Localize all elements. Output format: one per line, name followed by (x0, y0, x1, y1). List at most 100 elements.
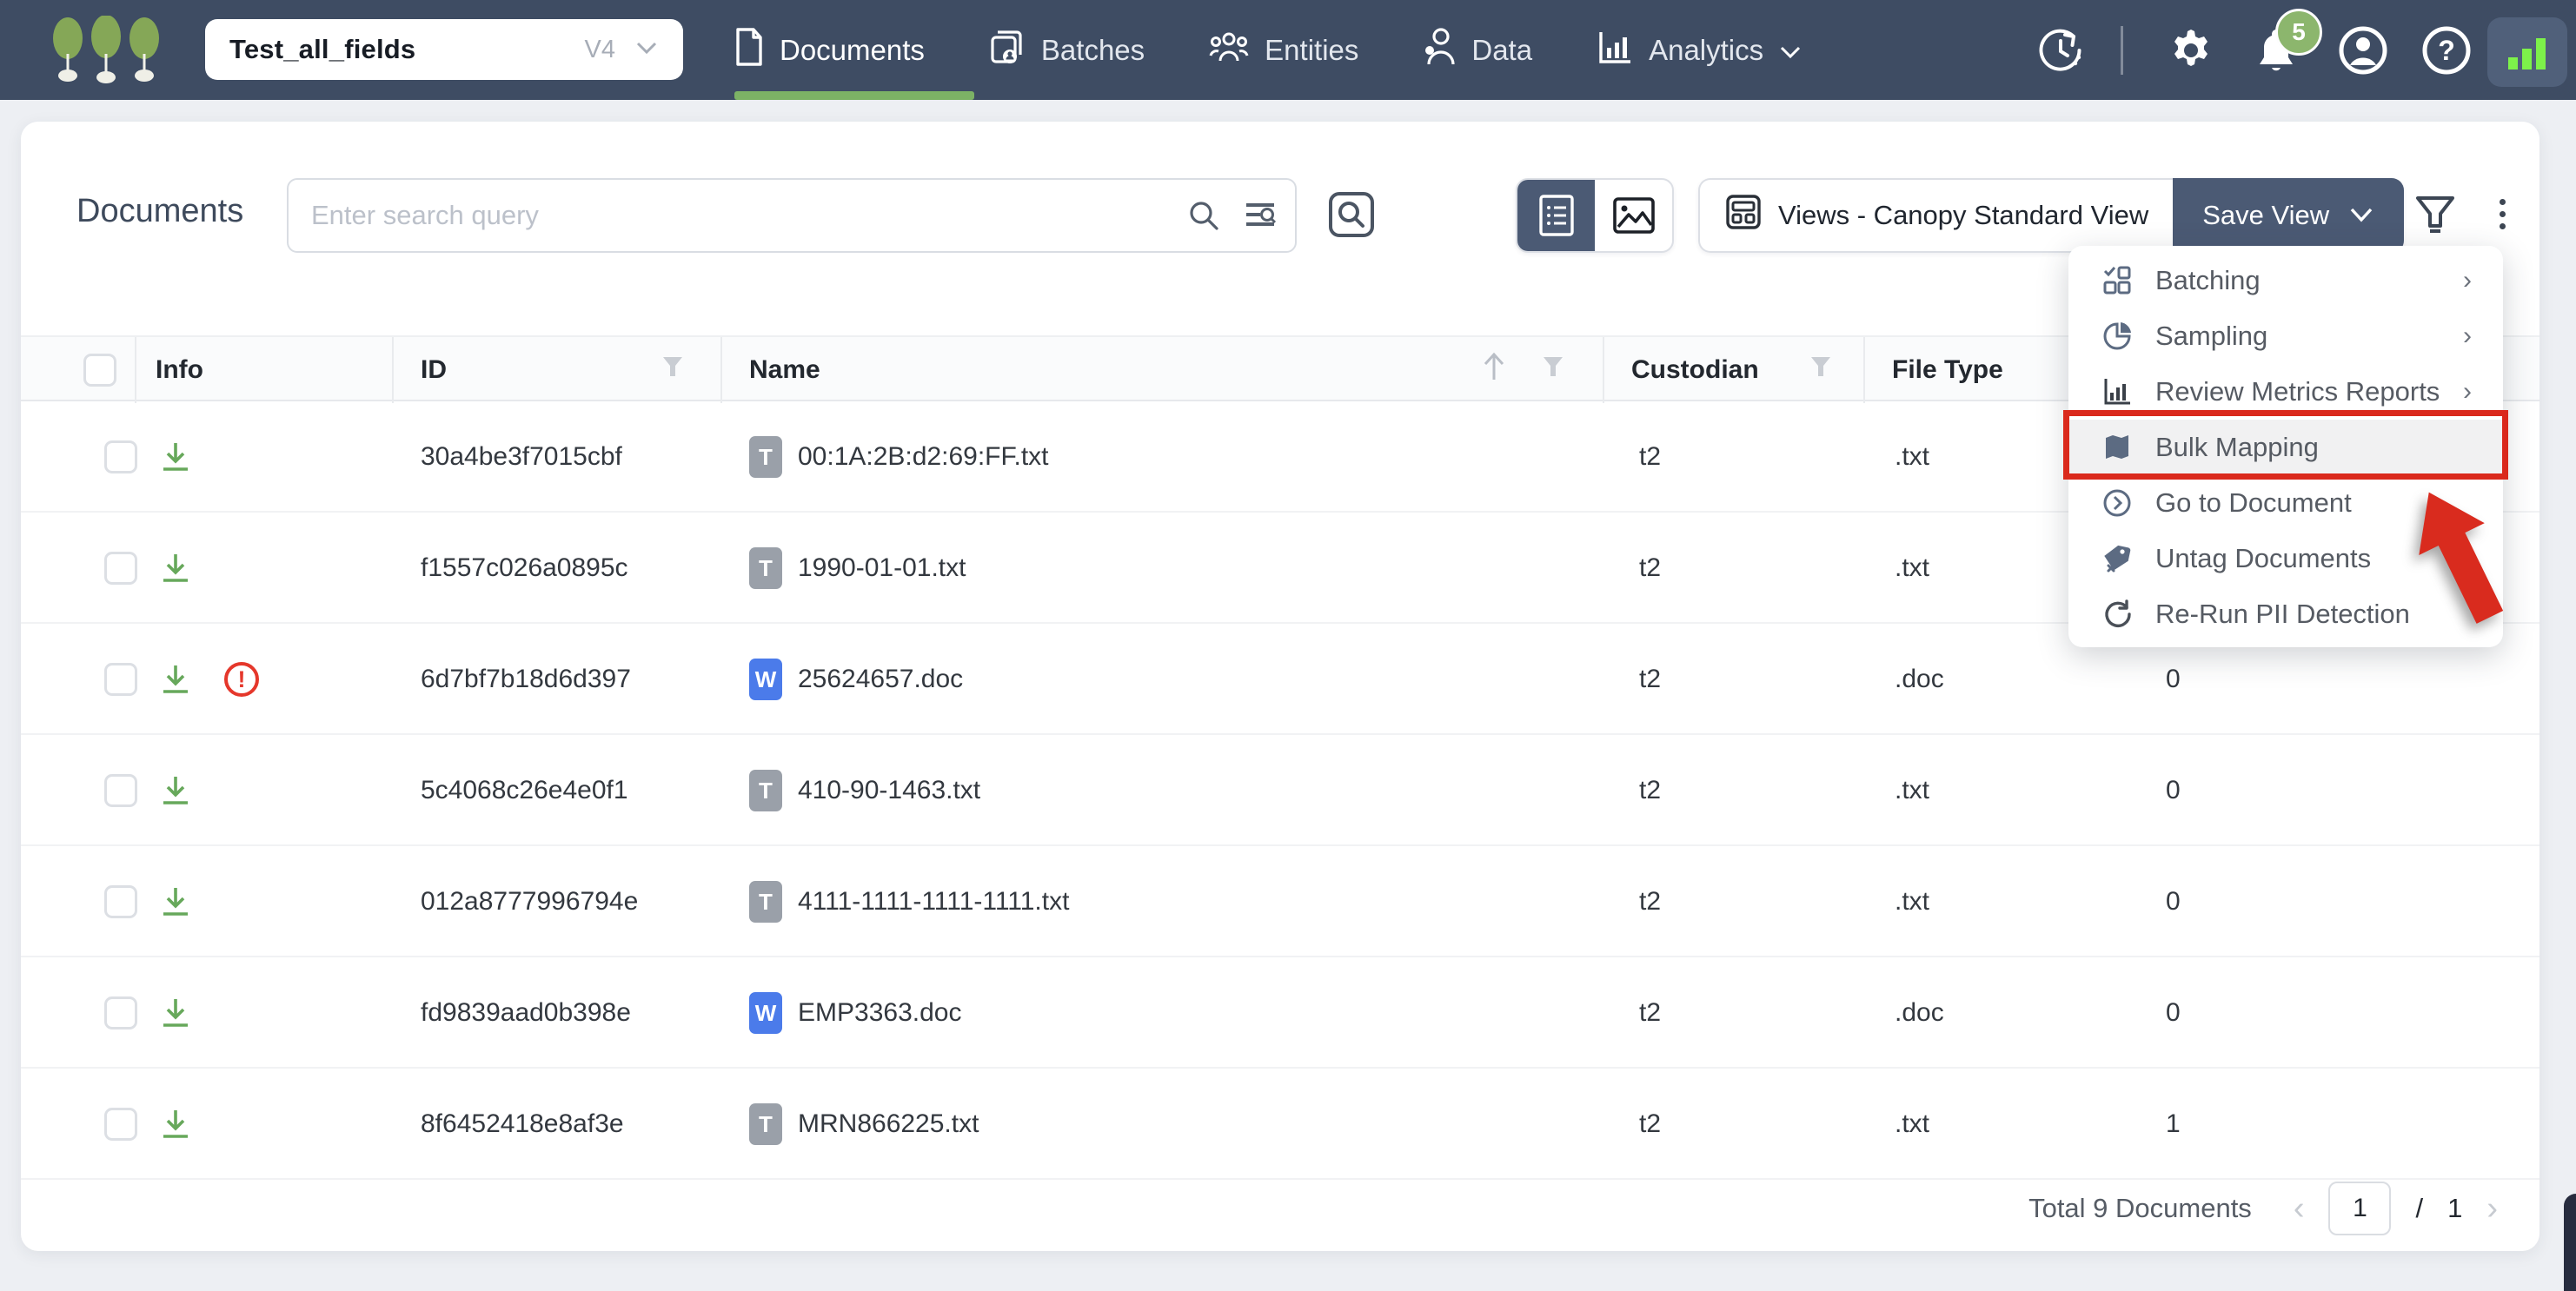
menu-item-go-to-document[interactable]: Go to Document (2068, 475, 2503, 531)
views-controls: Views - Canopy Standard View Save View (1698, 178, 2404, 253)
header-custodian[interactable]: Custodian (1603, 337, 1863, 403)
page-title: Documents (76, 193, 243, 230)
tab-data[interactable]: Data (1423, 28, 1532, 73)
document-name[interactable]: 00:1A:2B:d2:69:FF.txt (798, 401, 1049, 513)
document-icon (734, 28, 764, 73)
history-icon[interactable] (2030, 0, 2091, 100)
more-options-kebab-icon[interactable] (2491, 188, 2514, 241)
header-id[interactable]: ID (392, 337, 722, 403)
row-checkbox[interactable] (104, 774, 137, 807)
row-checkbox[interactable] (104, 996, 137, 1029)
menu-item-rerun-pii-detection[interactable]: Re-Run PII Detection (2068, 586, 2503, 642)
menu-item-batching[interactable]: Batching › (2068, 253, 2503, 308)
total-documents-label: Total 9 Documents (2028, 1193, 2252, 1224)
document-id: fd9839aad0b398e (421, 957, 631, 1069)
file-badge-cell: W (749, 624, 782, 735)
file-type-value: .doc (1895, 624, 1944, 735)
header-name[interactable]: Name (720, 337, 1603, 403)
user-avatar-icon[interactable] (2333, 0, 2393, 100)
document-name[interactable]: EMP3363.doc (798, 957, 961, 1069)
actions-dropdown-menu: Batching › Sampling › Review Metrics Rep… (2068, 246, 2503, 647)
menu-item-sampling[interactable]: Sampling › (2068, 308, 2503, 364)
row-checkbox-cell (104, 846, 137, 957)
search-input[interactable] (311, 200, 1165, 231)
previous-page-icon[interactable]: ‹ (2294, 1192, 2305, 1225)
tab-entities[interactable]: Entities (1209, 30, 1358, 71)
download-icon[interactable] (158, 401, 193, 513)
page-number-input[interactable] (2328, 1182, 2391, 1235)
download-icon[interactable] (158, 513, 193, 624)
views-label: Views - Canopy Standard View (1778, 200, 2148, 231)
save-view-button[interactable]: Save View (2173, 178, 2404, 253)
analytics-icon (1597, 29, 1633, 72)
file-badge-cell: T (749, 513, 782, 624)
sort-ascending-icon[interactable] (1481, 351, 1507, 389)
entities-icon (1209, 30, 1249, 71)
select-all-checkbox[interactable] (83, 354, 116, 387)
custodian-value: t2 (1639, 957, 1661, 1069)
table-row[interactable]: ! 8f6452418e8af3e T MRN866225.txt t2 .tx… (21, 1069, 2539, 1180)
document-name[interactable]: 1990-01-01.txt (798, 513, 966, 624)
search-in-document-icon[interactable] (1326, 189, 1377, 244)
row-checkbox[interactable] (104, 552, 137, 585)
views-dropdown-button[interactable]: Views - Canopy Standard View (1698, 178, 2173, 253)
document-name[interactable]: 25624657.doc (798, 624, 963, 735)
row-checkbox[interactable] (104, 663, 137, 696)
document-name[interactable]: MRN866225.txt (798, 1069, 979, 1180)
tab-label: Documents (780, 34, 925, 67)
batches-icon (989, 29, 1026, 72)
row-checkbox-cell (104, 1069, 137, 1180)
file-type-value: .txt (1895, 735, 1929, 846)
download-icon[interactable] (158, 846, 193, 957)
image-view-button[interactable] (1595, 180, 1672, 251)
row-checkbox[interactable] (104, 1108, 137, 1141)
row-checkbox[interactable] (104, 440, 137, 473)
document-id: 30a4be3f7015cbf (421, 401, 622, 513)
project-selector[interactable]: Test_all_fields V4 (205, 19, 683, 80)
table-row[interactable]: ! fd9839aad0b398e W EMP3363.doc t2 .doc … (21, 957, 2539, 1069)
sampling-icon (2100, 321, 2134, 352)
table-row[interactable]: ! 012a8777996794e T 4111-1111-1111-1111.… (21, 846, 2539, 957)
table-row[interactable]: ! 5c4068c26e4e0f1 T 410-90-1463.txt t2 .… (21, 735, 2539, 846)
filter-funnel-icon[interactable] (1542, 355, 1564, 385)
download-icon[interactable] (158, 1069, 193, 1180)
filter-funnel-icon[interactable] (2413, 193, 2458, 244)
data-icon (1423, 28, 1456, 73)
tab-batches[interactable]: Batches (989, 29, 1145, 72)
search-icon[interactable] (1187, 199, 1220, 232)
header-info[interactable]: Info (135, 337, 203, 403)
file-badge: T (749, 436, 782, 478)
total-pages: 1 (2447, 1193, 2462, 1224)
custodian-value: t2 (1639, 846, 1661, 957)
list-view-button[interactable] (1517, 180, 1595, 251)
tab-analytics[interactable]: Analytics (1597, 29, 1802, 72)
download-icon[interactable] (158, 624, 193, 735)
tab-documents[interactable]: Documents (734, 28, 925, 73)
file-badge: T (749, 881, 782, 923)
menu-item-untag-documents[interactable]: Untag Documents (2068, 531, 2503, 586)
file-type-value: .txt (1895, 846, 1929, 957)
settings-gear-icon[interactable] (2161, 0, 2221, 100)
refresh-icon (2100, 599, 2134, 630)
advanced-search-icon[interactable] (1243, 198, 1278, 233)
download-icon[interactable] (158, 957, 193, 1069)
next-page-icon[interactable]: › (2486, 1192, 2498, 1225)
menu-item-bulk-mapping[interactable]: Bulk Mapping (2068, 420, 2503, 475)
corner-widget[interactable] (2564, 1194, 2576, 1291)
document-name[interactable]: 410-90-1463.txt (798, 735, 980, 846)
untag-icon (2100, 543, 2134, 574)
file-badge-cell: T (749, 1069, 782, 1180)
download-icon[interactable] (158, 735, 193, 846)
project-name: Test_all_fields (229, 34, 585, 65)
stats-chart-button[interactable] (2487, 17, 2567, 87)
top-navbar: Test_all_fields V4 Documents Batches Ent… (0, 0, 2576, 100)
menu-item-review-metrics-reports[interactable]: Review Metrics Reports › (2068, 364, 2503, 420)
filter-funnel-icon[interactable] (661, 355, 684, 385)
canopy-logo[interactable] (49, 16, 179, 89)
count-value: 0 (2166, 846, 2181, 957)
row-checkbox[interactable] (104, 885, 137, 918)
document-name[interactable]: 4111-1111-1111-1111.txt (798, 846, 1069, 957)
tab-label: Analytics (1649, 34, 1763, 67)
help-icon[interactable]: ? (2416, 0, 2477, 100)
filter-funnel-icon[interactable] (1809, 355, 1832, 385)
